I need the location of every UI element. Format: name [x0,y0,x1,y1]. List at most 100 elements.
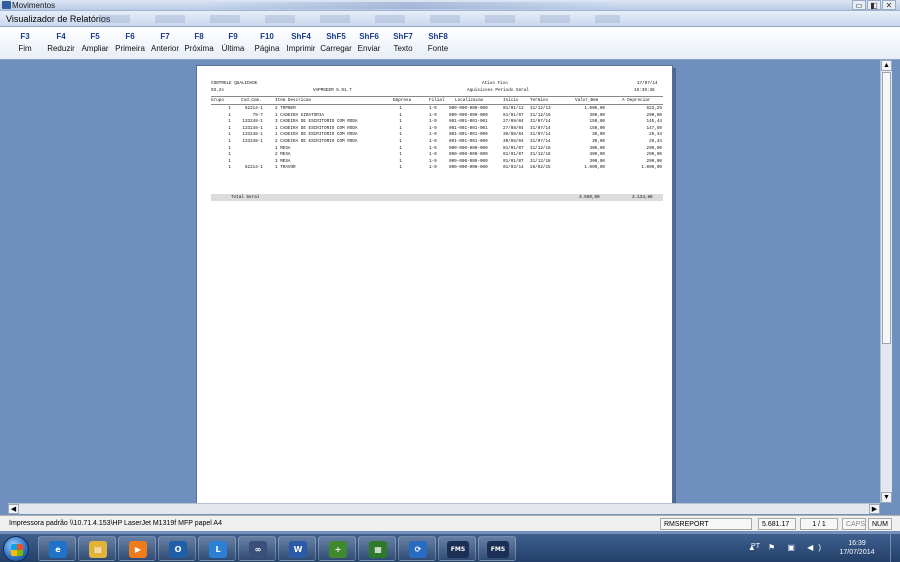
status-bar: Impressora padrão \\10.71.4.153\HP Laser… [0,515,900,531]
toolbar-label: Última [221,44,245,53]
clock-date: 17/07/2014 [839,549,875,556]
report-title: Ativo Fixo [482,81,508,86]
taskbar-app-button[interactable]: ▦ [358,536,396,561]
value-panel: 5.681.17 [758,518,796,530]
report-cell: 01/01/07 [503,158,524,164]
toolbar-button-primeira[interactable]: F6 Primeira [112,30,148,58]
restore-button[interactable]: ◧ [867,0,881,10]
header-rule [211,104,663,105]
toolbar-key: F9 [228,32,238,41]
report-cell: 000-000-000-000 [449,165,488,171]
tray-icons[interactable]: ▲ ⚑ ▣ ◀) [748,543,826,552]
report-cell: 1-9 [429,112,437,118]
toolbar-label: Imprimir [286,44,316,53]
start-button[interactable] [3,536,29,562]
report-cell: 31/12/16 [530,145,551,151]
report-cell: 30,00 [592,132,605,138]
toolbar-key: ShF6 [359,32,379,41]
report-cell: 290,00 [646,145,662,151]
toolbar-key: F4 [56,32,66,41]
report-cell: 1 CADEIRA GIRATORIA [275,112,324,118]
report-cell: 150,00 [589,119,605,125]
taskbar-app-button[interactable]: ∞ [238,536,276,561]
scroll-down-arrow-icon[interactable]: ▼ [881,492,892,503]
toolbar-button-imprimir[interactable]: ShF4 Imprimir [284,30,318,58]
report-cell: 1.000,00 [584,106,605,111]
toolbar-label: Fim [18,44,32,53]
toolbar-button-fonte[interactable]: ShF8 Fonte [424,30,452,58]
report-cell: 1 [228,145,231,151]
taskbar: e ▤ ▶ O L ∞ W + ▦ ⟳ FMS FMS PT ▲ ⚑ ▣ ◀) 16:39 17/07… [0,533,900,562]
scroll-right-arrow-icon[interactable]: ▶ [869,504,880,514]
close-button[interactable]: ✕ [882,0,896,10]
taskbar-app-button[interactable]: ⟳ [398,536,436,561]
report-cell: 1-9 [429,165,437,171]
show-desktop-button[interactable] [890,534,900,562]
report-cell: 27/08/04 [503,119,524,125]
toolbar-button-fim[interactable]: F3 Fim [10,30,40,58]
fms-app-icon: FMS [447,541,469,558]
report-cell: 1 CADEIRA DE ESCRITORIO COM RODA [275,125,358,131]
report-cell: 1 [228,152,231,158]
report-cell: 3 CADEIRA DE ESCRITORIO COM RODA [275,119,358,125]
report-cell: 1 [399,139,402,144]
outer-window-titlebar[interactable]: Movimentos ▭ ◧ ✕ [0,0,900,11]
taskbar-app-button[interactable]: W [278,536,316,561]
taskbar-app-button[interactable]: e [38,536,76,561]
taskbar-app-button[interactable]: O [158,536,196,561]
clock[interactable]: 16:39 17/07/2014 [832,539,882,557]
report-canvas[interactable]: CONTROLE QUALIDADE 03.2s VAPMGEEM 5.91.7… [8,60,878,503]
toolbar-button-reduzir[interactable]: F4 Reduzir [44,30,78,58]
report-cell: 30/08/04 [503,139,524,144]
report-cell: 62214-1 [244,165,263,171]
taskbar-app-button[interactable]: ▤ [78,536,116,561]
toolbar-label: Anterior [150,44,179,53]
taskbar-app-button[interactable]: ▶ [118,536,156,561]
report-cell: 1 MESA [275,145,291,151]
calculator-plus-icon: + [329,541,347,558]
viewer-titlebar[interactable]: Visualizador de Relatórios [0,11,900,27]
taskbar-app-button[interactable]: L [198,536,236,561]
report-cell: 1 [399,125,402,131]
report-cell: 000-000-000-000 [449,112,488,118]
report-cell: 1.000,00 [641,165,662,171]
toolbar-button-pagina[interactable]: F10 Página [251,30,283,58]
report-subtitle: Aquisicoes Periodo Geral [467,88,529,93]
report-cell: 1-9 [429,132,437,138]
toolbar-button-texto[interactable]: ShF7 Texto [389,30,417,58]
report-cell: 001-001-001-001 [449,125,488,131]
toolbar-button-ultima[interactable]: F9 Última [218,30,248,58]
minimize-button[interactable]: ▭ [852,0,866,10]
scroll-up-arrow-icon[interactable]: ▲ [881,60,892,71]
report-cell: 1 [399,145,402,151]
report-cell: 000-000-000-000 [449,106,488,111]
scroll-thumb[interactable] [882,72,891,344]
report-company: CONTROLE QUALIDADE [211,81,258,86]
report-cell: 1 [228,158,231,164]
report-cell: 01/01/13 [503,106,524,111]
toolbar-key: F5 [90,32,100,41]
taskbar-app-button[interactable]: + [318,536,356,561]
report-cell: 01/01/07 [503,152,524,158]
report-cell: 133248-1 [242,119,263,125]
taskbar-app-button[interactable]: FMS [478,536,516,561]
toolbar-button-anterior[interactable]: F7 Anterior [148,30,182,58]
report-cell: 1-9 [429,139,437,144]
report-cell: 30/08/04 [503,132,524,138]
vertical-scrollbar[interactable]: ▲ ▼ [880,60,892,503]
header-rule [211,96,663,97]
report-cell: 1.000,00 [584,165,605,171]
toolbar-key: ShF5 [326,32,346,41]
toolbar-button-proxima[interactable]: F8 Próxima [182,30,216,58]
report-cell: 133248-1 [242,125,263,131]
window-controls: ▭ ◧ ✕ [852,0,896,10]
toolbar-button-ampliar[interactable]: F5 Ampliar [79,30,111,58]
toolbar-label: Carregar [320,44,352,53]
horizontal-scrollbar[interactable]: ◀ ▶ [8,503,880,514]
report-cell: 31/12/16 [530,152,551,158]
scroll-left-arrow-icon[interactable]: ◀ [8,504,19,514]
toolbar-button-enviar[interactable]: ShF6 Enviar [354,30,384,58]
report-cell: 31/12/16 [530,158,551,164]
toolbar-button-carregar[interactable]: ShF5 Carregar [318,30,354,58]
taskbar-app-button[interactable]: FMS [438,536,476,561]
